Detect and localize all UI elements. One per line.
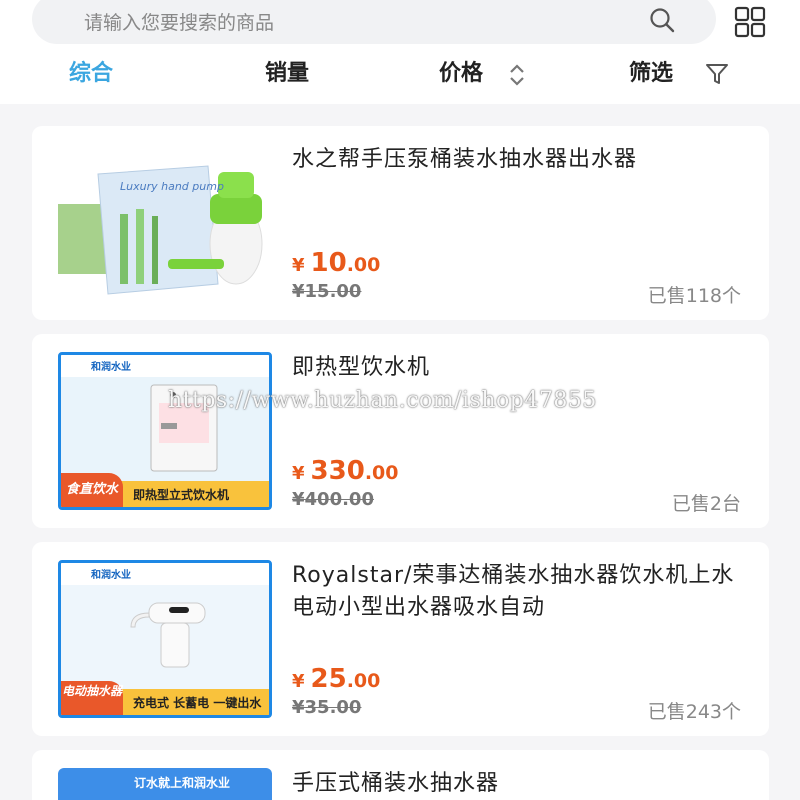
sold-count: 已售243个 [647, 701, 741, 723]
watermark-text: https://www.huzhan.com/ishop47855 [168, 388, 597, 413]
original-price: ¥400.00 [292, 489, 374, 510]
product-image: 和润水业 即热型立式饮水机 食直饮水机 [58, 352, 272, 510]
product-image: 订水就上和润水业 [58, 768, 272, 800]
price-int: 10 [310, 248, 347, 278]
product-price: ¥330.00 [292, 456, 398, 486]
sort-arrows-icon[interactable] [508, 62, 526, 88]
product-title[interactable]: Royalstar/荣事达桶装水抽水器饮水机上水电动小型出水器吸水自动 [292, 560, 741, 624]
product-price: ¥10.00 [292, 248, 380, 278]
price-int: 330 [310, 456, 365, 486]
promo-tag: 电动抽水器 [61, 681, 123, 715]
sort-bar: 综合 销量 价格 筛选 [0, 56, 800, 96]
thumb-text: 订水就上和润水业 [134, 776, 231, 790]
electric-pump-image [130, 602, 206, 668]
promo-text: 充电式 长蓄电 一键出水 [133, 696, 262, 710]
price-int: 25 [310, 664, 347, 694]
product-image: 和润水业 充电式 长蓄电 一键出水 电动抽水器 [58, 560, 272, 718]
brand-strip: 和润水业 [61, 355, 269, 377]
search-input[interactable]: 请输入您要搜索的商品 [84, 8, 274, 35]
product-card[interactable]: 订水就上和润水业 手压式桶装水抽水器 [32, 750, 769, 800]
product-title[interactable]: 水之帮手压泵桶装水抽水器出水器 [292, 144, 741, 176]
hand-pump-image: Luxury hand pump [58, 165, 263, 295]
promo-text: 即热型立式饮水机 [133, 488, 230, 502]
currency-symbol: ¥ [292, 671, 305, 692]
search-icon[interactable] [648, 6, 676, 34]
product-card[interactable]: 和润水业 即热型立式饮水机 食直饮水机 即热型饮水机 ¥330.00 ¥400.… [32, 334, 769, 528]
brand-logo: 和润水业 [91, 362, 131, 373]
sort-tab-price[interactable]: 价格 [439, 56, 483, 96]
brand-strip: 和润水业 [61, 563, 269, 585]
product-title[interactable]: 即热型饮水机 [292, 352, 741, 384]
original-price: ¥35.00 [292, 697, 362, 718]
sort-tab-comprehensive[interactable]: 综合 [69, 56, 113, 96]
sort-tab-filter[interactable]: 筛选 [629, 56, 673, 96]
search-bar[interactable]: 请输入您要搜索的商品 [32, 0, 716, 44]
currency-symbol: ¥ [292, 255, 305, 276]
product-title[interactable]: 手压式桶装水抽水器 [292, 768, 741, 800]
sort-tab-sales[interactable]: 销量 [265, 56, 309, 96]
sold-count: 已售2台 [671, 493, 741, 515]
promo-tag: 食直饮水机 [61, 473, 123, 507]
grid-view-icon[interactable] [734, 6, 766, 38]
sold-count: 已售118个 [647, 285, 741, 307]
top-bar: 请输入您要搜索的商品 综合 销量 价格 筛选 [0, 0, 800, 104]
filter-icon[interactable] [705, 62, 729, 86]
product-card[interactable]: Luxury hand pump 水之帮手压泵桶装水抽水器出水器 ¥10.00 … [32, 126, 769, 320]
price-dec: .00 [346, 254, 381, 276]
brand-logo: 和润水业 [91, 570, 131, 581]
product-card[interactable]: 和润水业 充电式 长蓄电 一键出水 电动抽水器 Royalstar/荣事达桶装水… [32, 542, 769, 736]
product-image: Luxury hand pump [58, 154, 272, 304]
price-dec: .00 [346, 670, 381, 692]
thumb-text: Luxury hand pump [120, 180, 224, 193]
currency-symbol: ¥ [292, 463, 305, 484]
price-dec: .00 [364, 462, 399, 484]
product-price: ¥25.00 [292, 664, 380, 694]
original-price: ¥15.00 [292, 281, 362, 302]
